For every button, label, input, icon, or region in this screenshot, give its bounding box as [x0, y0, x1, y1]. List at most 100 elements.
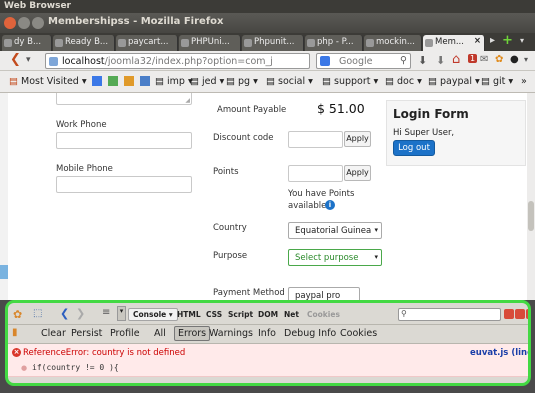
filter-errors[interactable]: Errors	[174, 326, 211, 341]
bookmark-icon[interactable]	[124, 76, 134, 86]
bookmark-icon[interactable]	[140, 76, 150, 86]
discount-code-field[interactable]	[288, 131, 343, 148]
tab-cookies[interactable]: Cookies	[307, 310, 340, 319]
side-tab-icon[interactable]	[0, 265, 8, 279]
apply-points-button[interactable]: Apply	[344, 165, 371, 181]
tab-console[interactable]: Console ▾	[128, 308, 178, 321]
bookmark-folder-paypal[interactable]: ▤ paypal ▾	[428, 76, 480, 87]
purpose-value: Select purpose	[295, 253, 359, 263]
tab-net[interactable]: Net	[284, 310, 299, 319]
notification-badge[interactable]: 1	[468, 54, 478, 63]
bookmark-folder-git[interactable]: ▤ git ▾	[481, 76, 513, 87]
filter-warnings[interactable]: Warnings	[209, 328, 253, 339]
bookmark-folder-doc[interactable]: ▤ doc ▾	[385, 76, 422, 87]
site-identity-icon[interactable]	[49, 57, 58, 66]
breakpoint-icon[interactable]: ●	[21, 364, 27, 372]
bookmark-icon[interactable]	[108, 76, 118, 86]
apply-discount-button[interactable]: Apply	[344, 131, 371, 147]
navigation-bar: ❮ ▾ localhost/joomla32/index.php?option=…	[0, 51, 535, 71]
bookmark-folder-social[interactable]: ▤ social ▾	[266, 76, 313, 87]
forward-arrow-icon[interactable]: ❯	[76, 307, 85, 320]
search-input[interactable]: Google ⚲	[316, 53, 411, 69]
error-source-link[interactable]: euvat.js (line 25	[470, 348, 528, 358]
purpose-select[interactable]: Select purpose ▾	[288, 249, 382, 266]
filter-all[interactable]: All	[154, 328, 166, 339]
minimize-panel-icon[interactable]	[504, 309, 514, 319]
filter-cookies[interactable]: Cookies	[340, 328, 377, 339]
bookmark-folder-pg[interactable]: ▤ pg ▾	[226, 76, 258, 87]
filter-info[interactable]: Info	[258, 328, 276, 339]
downloads-icon[interactable]: ⬇	[436, 54, 445, 67]
firebug-icon[interactable]: ✿	[495, 54, 503, 65]
browser-tab[interactable]: paycart...	[116, 35, 178, 51]
search-engine-icon[interactable]	[320, 56, 330, 66]
browser-tab[interactable]: PHPUni...	[179, 35, 241, 51]
logout-button[interactable]: Log out	[393, 140, 435, 156]
bookmark-folder-support[interactable]: ▤ support ▾	[322, 76, 378, 87]
tab-scroll-right-icon[interactable]: ▸	[490, 35, 495, 46]
bookmarks-overflow-icon[interactable]: »	[521, 76, 527, 87]
filter-debug-info[interactable]: Debug Info	[284, 328, 336, 339]
close-window-button[interactable]	[4, 17, 16, 29]
bookmark-folder-jed[interactable]: ▤ jed ▾	[190, 76, 224, 87]
error-code-snippet: if(country != 0 ){	[32, 363, 119, 372]
download-icon[interactable]: ⬇	[418, 54, 427, 67]
url-path: /joomla32/index.php?option=com_j	[104, 56, 273, 67]
profile-button[interactable]: Profile	[110, 328, 140, 339]
discount-code-label: Discount code	[213, 133, 274, 143]
maximize-window-button[interactable]	[32, 17, 44, 29]
browser-tab[interactable]: mockin...	[364, 35, 422, 51]
address-field[interactable]: ◢	[56, 93, 192, 105]
clear-button[interactable]: Clear	[41, 328, 66, 339]
tab-html[interactable]: HTML	[177, 310, 201, 319]
menu-dropdown-icon[interactable]: ▾	[524, 55, 528, 64]
country-label: Country	[213, 223, 247, 233]
firebug-bug-icon[interactable]: ✿	[13, 308, 22, 321]
scrollbar-thumb[interactable]	[528, 201, 534, 231]
addon-icon[interactable]: ✉	[480, 54, 488, 65]
inspect-icon[interactable]: ⬚	[33, 308, 42, 319]
home-icon[interactable]: ⌂	[452, 52, 460, 67]
tab-css[interactable]: CSS	[206, 310, 222, 319]
panel-menu-chevron-icon[interactable]: ▾	[117, 306, 126, 321]
page-scrollbar[interactable]	[527, 93, 535, 300]
tab-script[interactable]: Script	[228, 310, 253, 319]
points-field[interactable]	[288, 165, 343, 182]
detach-panel-icon[interactable]	[515, 309, 525, 319]
info-icon[interactable]: i	[325, 200, 335, 210]
url-bar[interactable]: localhost/joomla32/index.php?option=com_…	[45, 53, 310, 69]
list-menu-icon[interactable]: ≡	[102, 307, 110, 318]
console-error-row[interactable]: × ReferenceError: country is not defined…	[8, 344, 528, 377]
tab-dom[interactable]: DOM	[258, 310, 278, 319]
browser-tab[interactable]: php - P...	[305, 35, 363, 51]
browser-tab[interactable]: Phpunit...	[242, 35, 304, 51]
new-tab-icon[interactable]: +	[502, 33, 513, 48]
mobile-phone-field[interactable]	[56, 176, 192, 193]
history-dropdown-icon[interactable]: ▾	[26, 55, 31, 65]
tab-list-icon[interactable]: ▾	[520, 36, 524, 45]
back-arrow-icon[interactable]: ❮	[60, 307, 69, 320]
close-panel-icon[interactable]	[526, 309, 528, 319]
browser-tab[interactable]: Ready B...	[53, 35, 115, 51]
firebug-search-input[interactable]: ⚲	[398, 308, 501, 321]
login-form-panel: Login Form Hi Super User, Log out	[386, 100, 526, 166]
browser-tab-active[interactable]: Mem... ×	[423, 35, 485, 51]
bookmark-most-visited[interactable]: ▤ Most Visited ▾	[9, 76, 87, 87]
minimize-window-button[interactable]	[18, 17, 30, 29]
country-select[interactable]: Equatorial Guinea ▾	[288, 222, 382, 239]
login-greeting: Hi Super User,	[393, 128, 455, 138]
command-line-icon[interactable]: ▮	[12, 327, 18, 338]
back-icon[interactable]: ❮	[10, 52, 21, 67]
payment-method-select[interactable]: paypal pro	[288, 287, 360, 300]
bookmark-folder-imp[interactable]: ▤ imp ▾	[155, 76, 193, 87]
google-bookmark-icon[interactable]	[92, 76, 102, 86]
close-tab-icon[interactable]: ×	[474, 36, 481, 46]
search-icon[interactable]: ⚲	[400, 55, 407, 66]
os-title: Web Browser	[4, 1, 71, 11]
page-content: ◢ Work Phone Mobile Phone Amount Payable…	[0, 93, 527, 300]
error-icon: ×	[12, 348, 21, 357]
work-phone-field[interactable]	[56, 132, 192, 149]
browser-tab[interactable]: dy B...	[2, 35, 52, 51]
addon-circle-icon[interactable]: ●	[510, 54, 519, 65]
persist-button[interactable]: Persist	[71, 328, 102, 339]
